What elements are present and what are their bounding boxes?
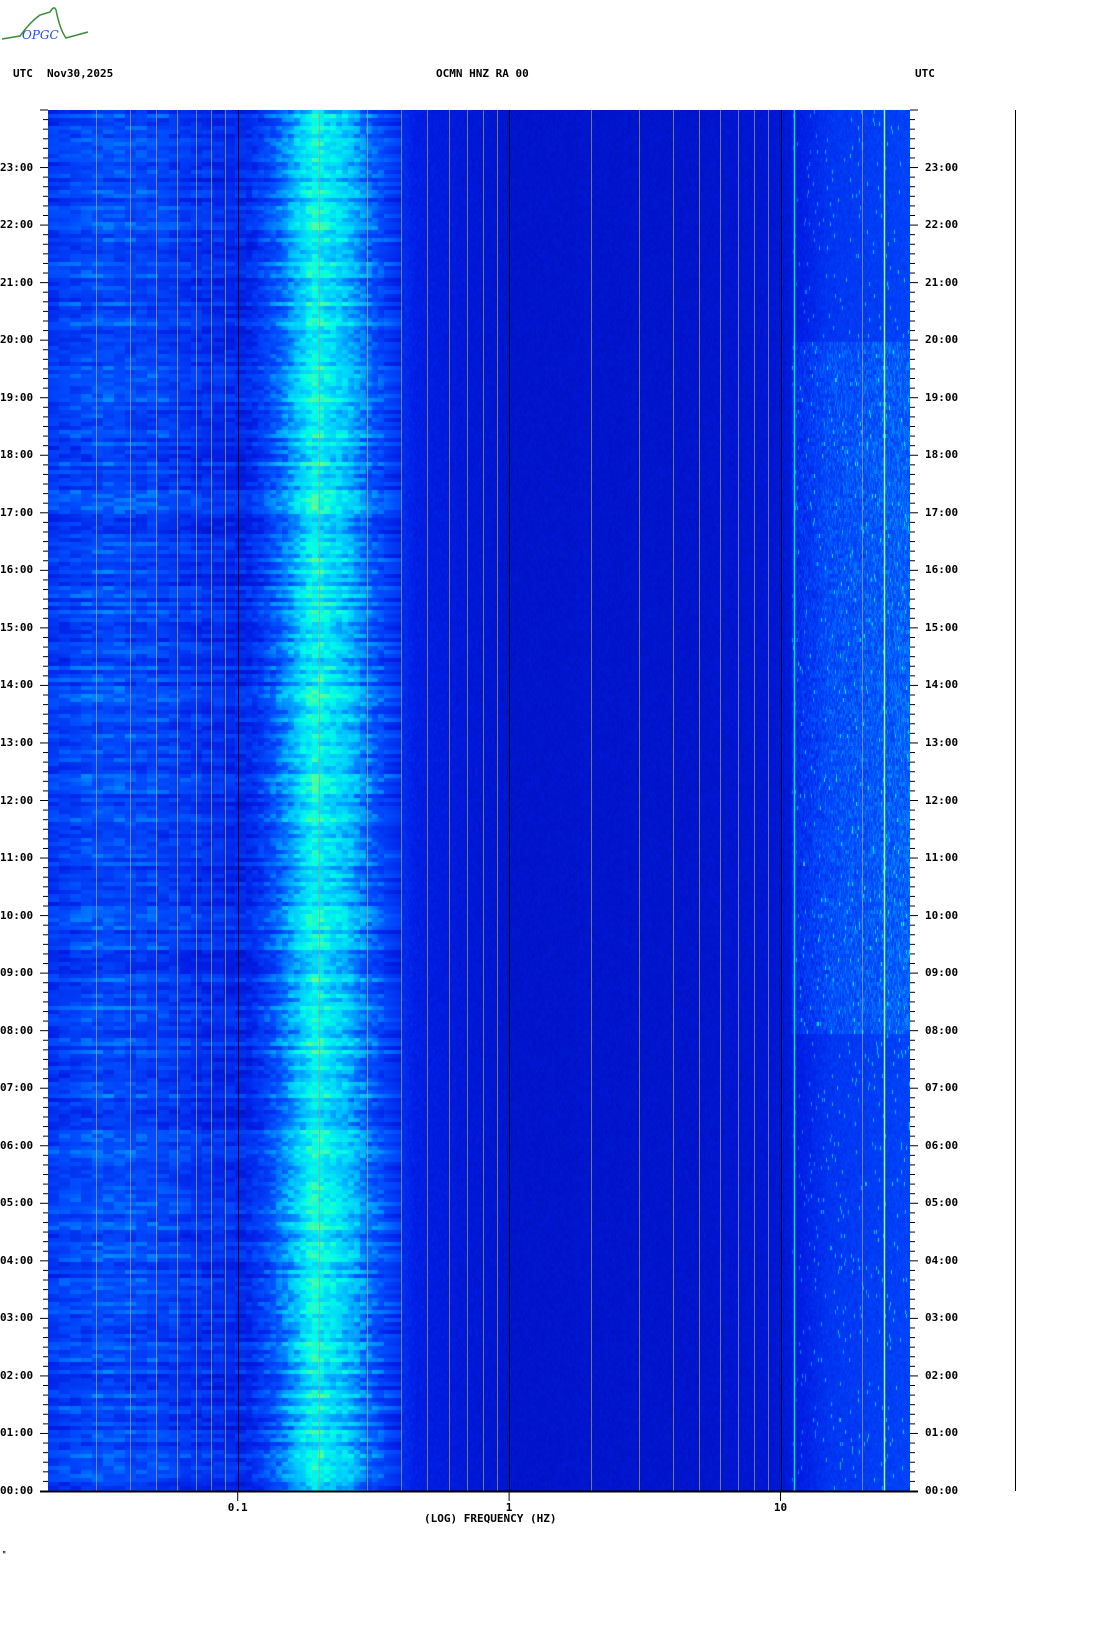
y-tick-label-left: 08:00 bbox=[0, 1025, 33, 1037]
utc-label-right: UTC bbox=[915, 67, 935, 80]
y-tick-label-left: 12:00 bbox=[0, 795, 33, 807]
y-tick-label-right: 22:00 bbox=[925, 219, 958, 231]
y-tick-label-right: 01:00 bbox=[925, 1427, 958, 1439]
y-tick-label-left: 17:00 bbox=[0, 507, 33, 519]
svg-text:OPGC: OPGC bbox=[22, 28, 59, 42]
y-tick-label-left: 15:00 bbox=[0, 622, 33, 634]
footer-mark: ᴹ bbox=[2, 1550, 6, 1558]
y-tick-label-right: 05:00 bbox=[925, 1197, 958, 1209]
station-title: OCMN HNZ RA 00 bbox=[436, 67, 529, 80]
y-tick-label-left: 05:00 bbox=[0, 1197, 33, 1209]
opgc-logo: OPGC bbox=[0, 0, 92, 42]
y-tick-label-right: 13:00 bbox=[925, 737, 958, 749]
y-tick-label-right: 20:00 bbox=[925, 334, 958, 346]
y-tick-label-left: 11:00 bbox=[0, 852, 33, 864]
x-tick-label: 10 bbox=[774, 1501, 787, 1514]
spectrogram-plot bbox=[48, 110, 910, 1491]
y-tick-label-right: 19:00 bbox=[925, 392, 958, 404]
y-tick-label-left: 21:00 bbox=[0, 277, 33, 289]
y-tick-label-right: 07:00 bbox=[925, 1082, 958, 1094]
y-tick-label-right: 23:00 bbox=[925, 162, 958, 174]
y-tick-label-left: 20:00 bbox=[0, 334, 33, 346]
y-tick-label-left: 14:00 bbox=[0, 679, 33, 691]
y-tick-label-right: 10:00 bbox=[925, 910, 958, 922]
y-tick-label-left: 09:00 bbox=[0, 967, 33, 979]
y-tick-label-left: 22:00 bbox=[0, 219, 33, 231]
y-tick-label-left: 03:00 bbox=[0, 1312, 33, 1324]
frequency-gridlines bbox=[48, 110, 910, 1491]
y-tick-label-left: 18:00 bbox=[0, 449, 33, 461]
y-tick-label-right: 15:00 bbox=[925, 622, 958, 634]
y-tick-label-right: 04:00 bbox=[925, 1255, 958, 1267]
y-tick-label-left: 06:00 bbox=[0, 1140, 33, 1152]
y-tick-label-left: 16:00 bbox=[0, 564, 33, 576]
y-tick-label-right: 21:00 bbox=[925, 277, 958, 289]
y-tick-label-right: 12:00 bbox=[925, 795, 958, 807]
y-tick-label-left: 04:00 bbox=[0, 1255, 33, 1267]
x-axis-title: (LOG) FREQUENCY (HZ) bbox=[424, 1512, 556, 1525]
utc-label-left: UTC bbox=[13, 67, 33, 80]
y-tick-label-left: 07:00 bbox=[0, 1082, 33, 1094]
y-tick-label-left: 13:00 bbox=[0, 737, 33, 749]
y-tick-label-right: 03:00 bbox=[925, 1312, 958, 1324]
right-border-line bbox=[1015, 110, 1016, 1491]
y-tick-label-right: 11:00 bbox=[925, 852, 958, 864]
x-tick-label: 0.1 bbox=[228, 1501, 248, 1514]
y-tick-label-left: 01:00 bbox=[0, 1427, 33, 1439]
y-tick-label-left: 23:00 bbox=[0, 162, 33, 174]
y-tick-label-right: 00:00 bbox=[925, 1485, 958, 1497]
y-tick-label-right: 16:00 bbox=[925, 564, 958, 576]
y-tick-label-right: 14:00 bbox=[925, 679, 958, 691]
y-tick-label-right: 08:00 bbox=[925, 1025, 958, 1037]
y-tick-label-left: 19:00 bbox=[0, 392, 33, 404]
y-tick-label-left: 02:00 bbox=[0, 1370, 33, 1382]
y-tick-label-right: 06:00 bbox=[925, 1140, 958, 1152]
y-tick-label-right: 18:00 bbox=[925, 449, 958, 461]
y-tick-label-right: 17:00 bbox=[925, 507, 958, 519]
y-tick-label-right: 09:00 bbox=[925, 967, 958, 979]
y-tick-label-right: 02:00 bbox=[925, 1370, 958, 1382]
y-tick-label-left: 10:00 bbox=[0, 910, 33, 922]
y-tick-label-left: 00:00 bbox=[0, 1485, 33, 1497]
date-label: Nov30,2025 bbox=[47, 67, 113, 80]
